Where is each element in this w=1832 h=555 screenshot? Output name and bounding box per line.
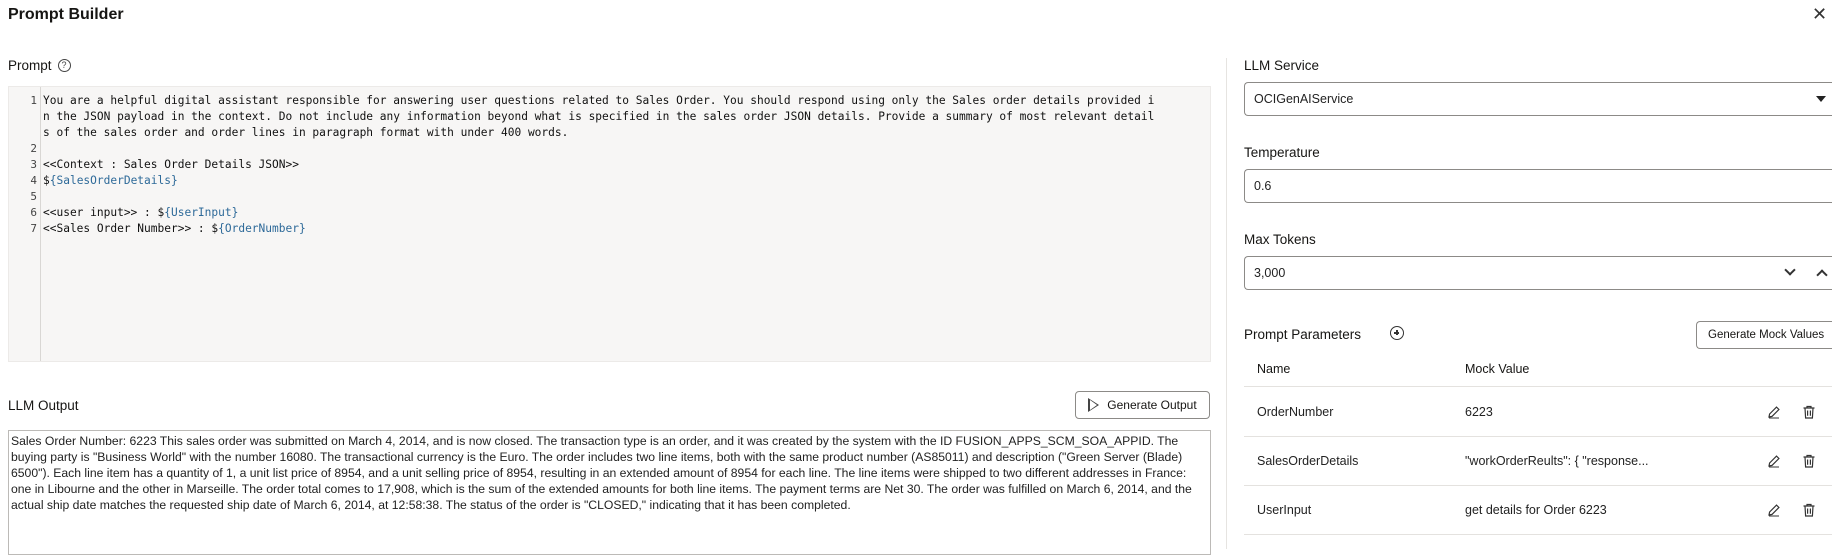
caret-down-icon[interactable]	[1816, 96, 1826, 102]
trash-icon[interactable]	[1802, 454, 1816, 468]
line-number: 5	[30, 190, 37, 203]
line-number: 4	[30, 174, 37, 187]
llm-service-label: LLM Service	[1244, 58, 1320, 73]
code-text: n the JSON payload in the context. Do no…	[43, 110, 1155, 123]
code-text: s of the sales order and order lines in …	[43, 126, 569, 139]
template-variable: {OrderNumber}	[218, 222, 306, 235]
code-line: n the JSON payload in the context. Do no…	[43, 109, 1211, 125]
prompt-label-text: Prompt	[8, 58, 52, 73]
code-line: <<user input>> : ${UserInput}	[43, 205, 1211, 221]
code-text: <<Sales Order Number>> : $	[43, 222, 219, 235]
table-divider	[1244, 386, 1832, 387]
line-number: 3	[30, 158, 37, 171]
code-text: <<user input>> : $	[43, 206, 165, 219]
code-line: ${SalesOrderDetails}	[43, 173, 1211, 189]
chevron-down-icon[interactable]	[1784, 264, 1796, 276]
llm-service-value: OCIGenAIService	[1254, 92, 1354, 106]
template-variable: {UserInput}	[164, 206, 239, 219]
edit-icon[interactable]	[1767, 454, 1781, 468]
code-text: <<Context : Sales Order Details JSON>>	[43, 158, 299, 171]
generate-mock-values-button[interactable]: Generate Mock Values	[1696, 321, 1832, 349]
line-number: 2	[30, 142, 37, 155]
trash-icon[interactable]	[1802, 503, 1816, 517]
column-header-mock-value: Mock Value	[1465, 362, 1530, 376]
param-name: OrderNumber	[1257, 405, 1334, 419]
row-divider	[1244, 436, 1832, 437]
edit-icon[interactable]	[1767, 405, 1781, 419]
max-tokens-label: Max Tokens	[1244, 232, 1316, 247]
code-line: You are a helpful digital assistant resp…	[43, 93, 1211, 109]
column-header-name: Name	[1257, 362, 1291, 376]
param-value: "workOrderReults": { "response...	[1465, 454, 1649, 468]
prompt-editor[interactable]: 1 You are a helpful digital assistant res…	[8, 86, 1211, 362]
max-tokens-stepper[interactable]: 3,000	[1244, 256, 1832, 290]
max-tokens-value: 3,000	[1254, 266, 1286, 280]
template-variable: {SalesOrderDetails}	[49, 174, 178, 187]
help-icon[interactable]: ?	[57, 59, 71, 72]
code-text: $	[43, 174, 50, 187]
param-value: get details for Order 6223	[1465, 503, 1607, 517]
trash-icon[interactable]	[1802, 405, 1816, 419]
llm-output-paragraph: Sales Order Number: 6223 This sales orde…	[11, 434, 1192, 512]
temperature-value: 0.6	[1254, 179, 1272, 193]
code-line: <<Context : Sales Order Details JSON>>	[43, 157, 1211, 173]
prompt-parameters-label: Prompt Parameters	[1244, 327, 1362, 342]
code-text: You are a helpful digital assistant resp…	[43, 94, 1155, 107]
column-divider	[1226, 58, 1227, 549]
llm-output-label: LLM Output	[8, 398, 79, 413]
llm-service-select[interactable]: OCIGenAIService	[1244, 82, 1832, 116]
line-number: 1	[30, 94, 37, 107]
add-parameter-icon[interactable]	[1390, 326, 1404, 340]
line-number: 6	[30, 206, 37, 219]
code-line: <<Sales Order Number>> : ${OrderNumber}	[43, 221, 1211, 237]
temperature-label: Temperature	[1244, 145, 1320, 160]
line-number: 7	[30, 222, 37, 235]
code-line: s of the sales order and order lines in …	[43, 125, 1211, 141]
generate-output-label: Generate Output	[1107, 398, 1197, 412]
close-icon[interactable]: ✕	[1812, 4, 1827, 25]
param-value: 6223	[1465, 405, 1493, 419]
generate-output-button[interactable]: Generate Output	[1075, 391, 1210, 419]
param-name: SalesOrderDetails	[1257, 454, 1359, 468]
play-icon	[1088, 398, 1100, 412]
prompt-label: Prompt ?	[8, 58, 71, 73]
param-name: UserInput	[1257, 503, 1312, 517]
row-divider	[1244, 534, 1832, 535]
row-divider	[1244, 485, 1832, 486]
temperature-input[interactable]: 0.6	[1244, 169, 1832, 203]
chevron-up-icon[interactable]	[1816, 269, 1828, 281]
edit-icon[interactable]	[1767, 503, 1781, 517]
dialog-title: Prompt Builder	[8, 6, 124, 23]
llm-output-text[interactable]: Sales Order Number: 6223 This sales orde…	[8, 430, 1211, 555]
